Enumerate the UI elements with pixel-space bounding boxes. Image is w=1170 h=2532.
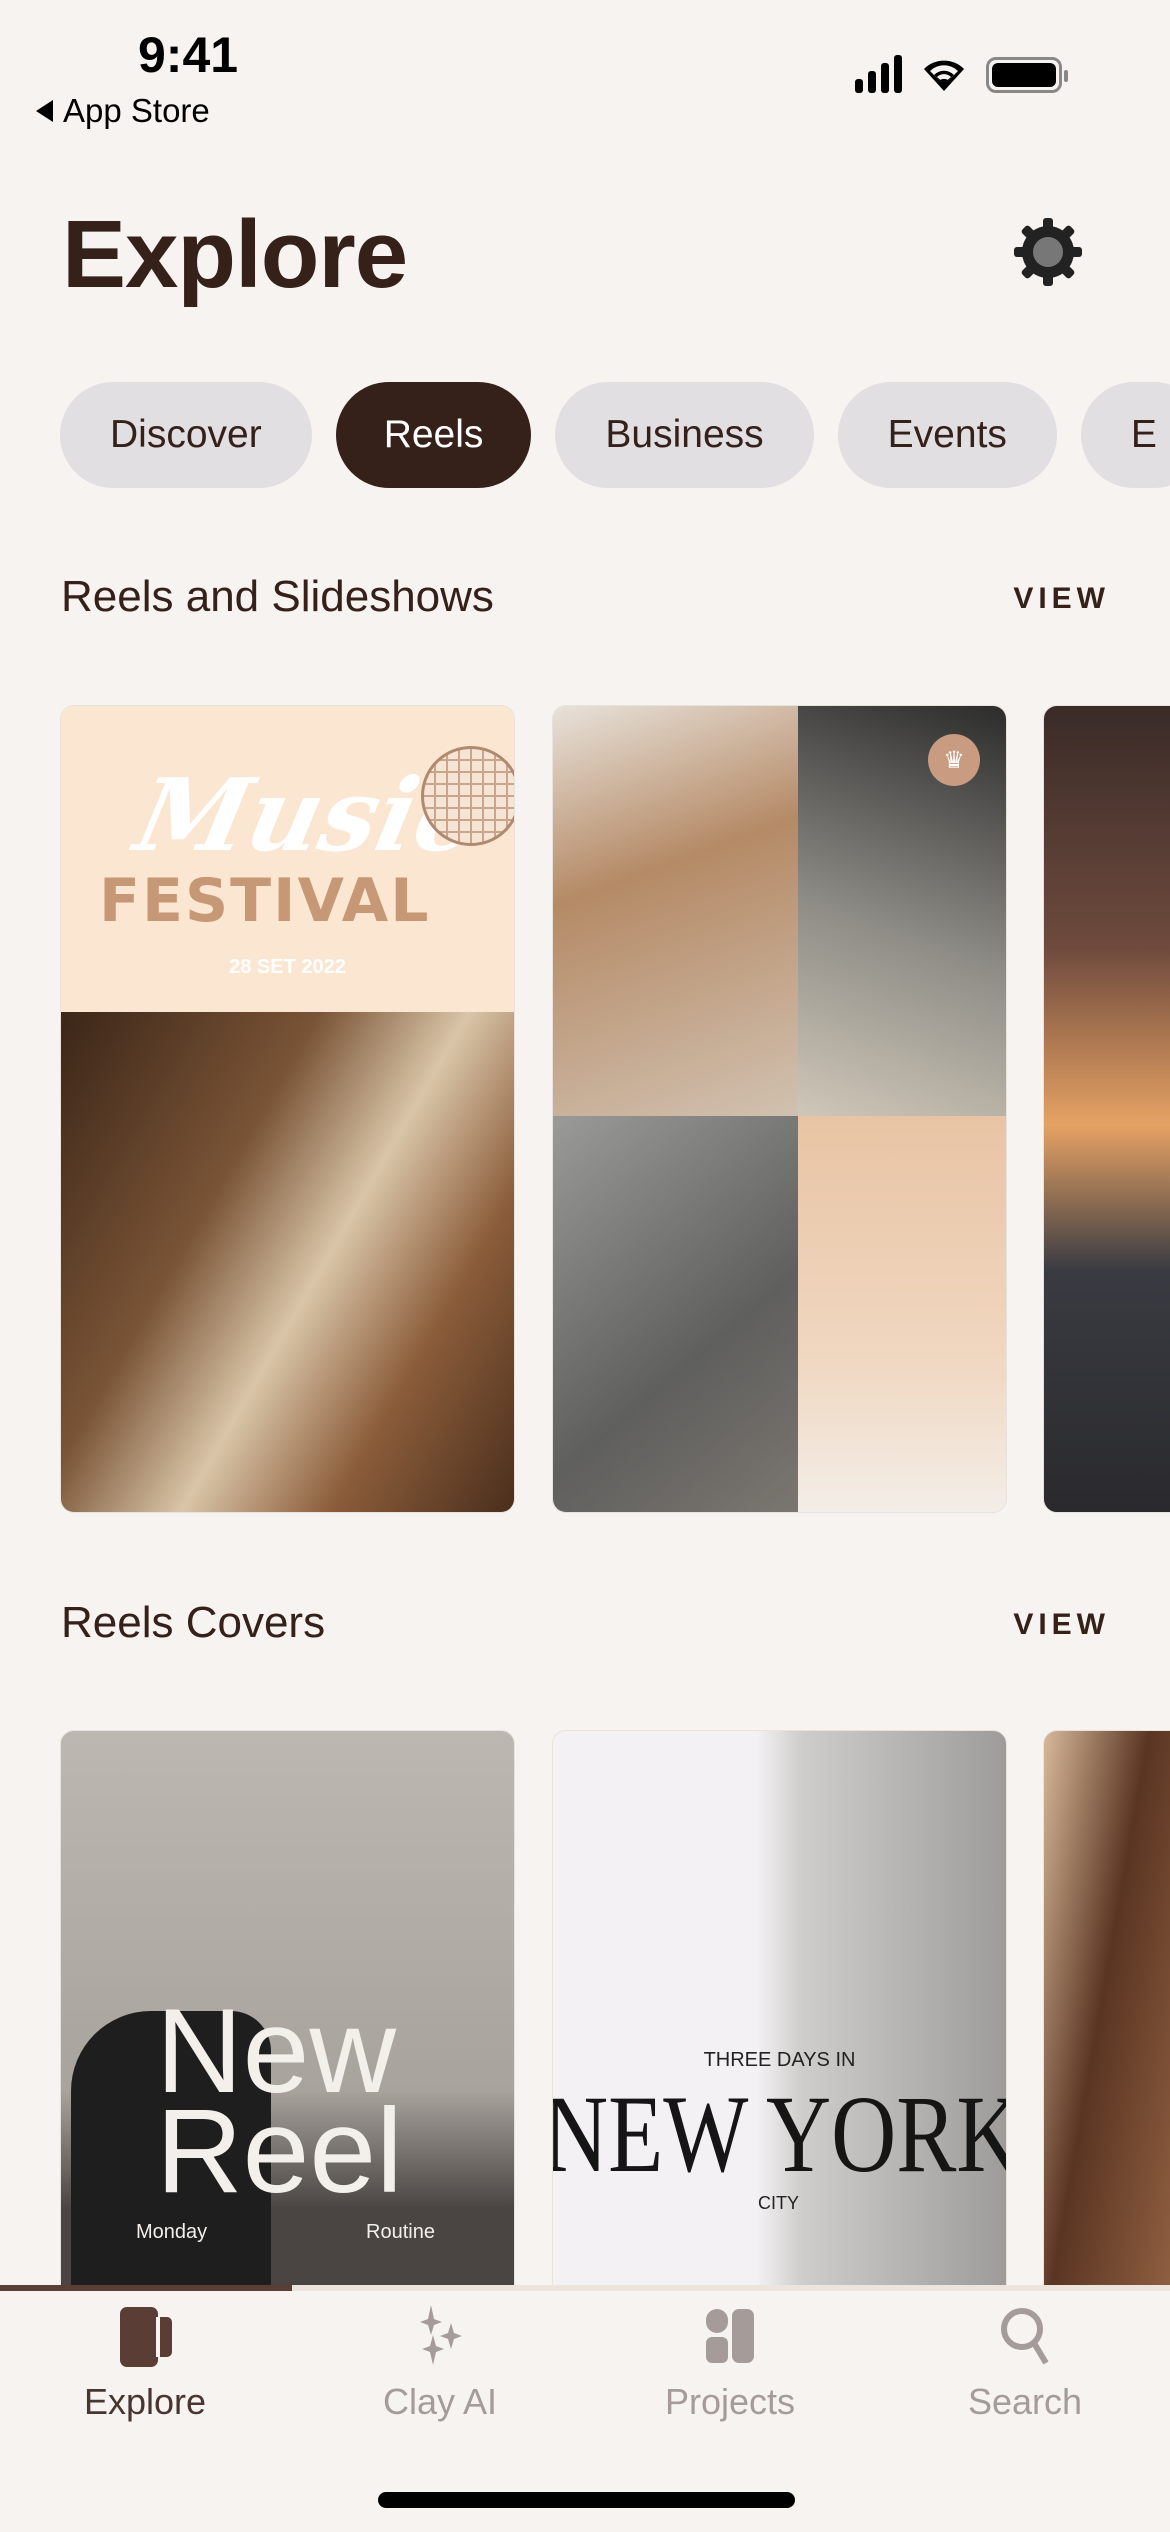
home-indicator	[378, 2492, 795, 2508]
tab-clay-ai[interactable]: Clay AI	[330, 2305, 550, 2423]
wifi-icon	[924, 60, 964, 91]
signal-icon	[855, 55, 902, 93]
card-date: 28 SET 2022	[229, 956, 346, 978]
template-card-new-reel[interactable]: New Reel Monday Routine	[60, 1730, 515, 2330]
template-card-restaurant[interactable]	[1043, 705, 1170, 1513]
template-card-collage[interactable]: ♛	[552, 705, 1007, 1513]
tab-explore[interactable]: Explore	[35, 2305, 255, 2423]
tab-label: Projects	[664, 2381, 796, 2422]
back-to-app-store[interactable]: App Store	[36, 92, 210, 130]
template-card-new-york[interactable]: THREE DAYS IN NEW YORK CITY	[552, 1730, 1007, 2330]
shoes-image	[553, 706, 798, 1116]
chip-business[interactable]: Business	[555, 382, 814, 488]
category-chips: Discover Reels Business Events E	[60, 382, 1170, 488]
scroll-progress	[0, 2285, 1170, 2291]
card-headline: FESTIVAL	[99, 866, 431, 936]
tab-projects[interactable]: Projects	[620, 2305, 840, 2423]
cover-sub: CITY	[758, 2193, 800, 2213]
cover-title: New Reel	[156, 1984, 403, 2218]
projects-icon	[706, 2309, 754, 2363]
template-card-portrait[interactable]	[1043, 1730, 1170, 2330]
cover-left-text: Monday	[136, 2221, 208, 2243]
cover-right-text: Routine	[366, 2221, 435, 2243]
tab-label: Clay AI	[382, 2381, 498, 2422]
chip-reels[interactable]: Reels	[335, 382, 532, 488]
status-time: 9:41	[138, 27, 239, 83]
portrait-image	[61, 1012, 514, 1512]
status-icons	[855, 55, 1068, 93]
explore-icon	[120, 2307, 172, 2367]
view-button[interactable]: VIEW	[1013, 1608, 1110, 1642]
back-arrow-icon	[36, 100, 53, 122]
photo-image: ♛	[798, 706, 1006, 1116]
gear-icon[interactable]	[1012, 216, 1084, 288]
cover-kicker: THREE DAYS IN	[703, 2049, 856, 2071]
chip-more[interactable]: E	[1080, 382, 1170, 488]
disco-ball-image	[421, 746, 514, 846]
crown-icon: ♛	[928, 734, 980, 786]
search-icon	[1001, 2308, 1049, 2365]
section-title: Reels Covers	[61, 1598, 326, 1647]
view-button[interactable]: VIEW	[1013, 582, 1110, 616]
chip-events[interactable]: Events	[837, 382, 1057, 488]
template-card-music-festival[interactable]: Music FESTIVAL 28 SET 2022	[60, 705, 515, 1513]
battery-icon	[986, 57, 1068, 93]
plant-image	[798, 1116, 1006, 1512]
sparkles-icon	[420, 2305, 462, 2365]
tab-search[interactable]: Search	[915, 2305, 1135, 2423]
sunglasses-image	[553, 1116, 798, 1512]
page-title: Explore	[62, 201, 408, 308]
cover-headline: NEW YORK	[552, 2073, 1007, 2195]
chip-discover[interactable]: Discover	[60, 382, 312, 488]
tab-label: Explore	[83, 2381, 207, 2422]
section-title: Reels and Slideshows	[61, 572, 494, 621]
back-label: App Store	[63, 92, 210, 129]
tab-label: Search	[967, 2381, 1083, 2422]
